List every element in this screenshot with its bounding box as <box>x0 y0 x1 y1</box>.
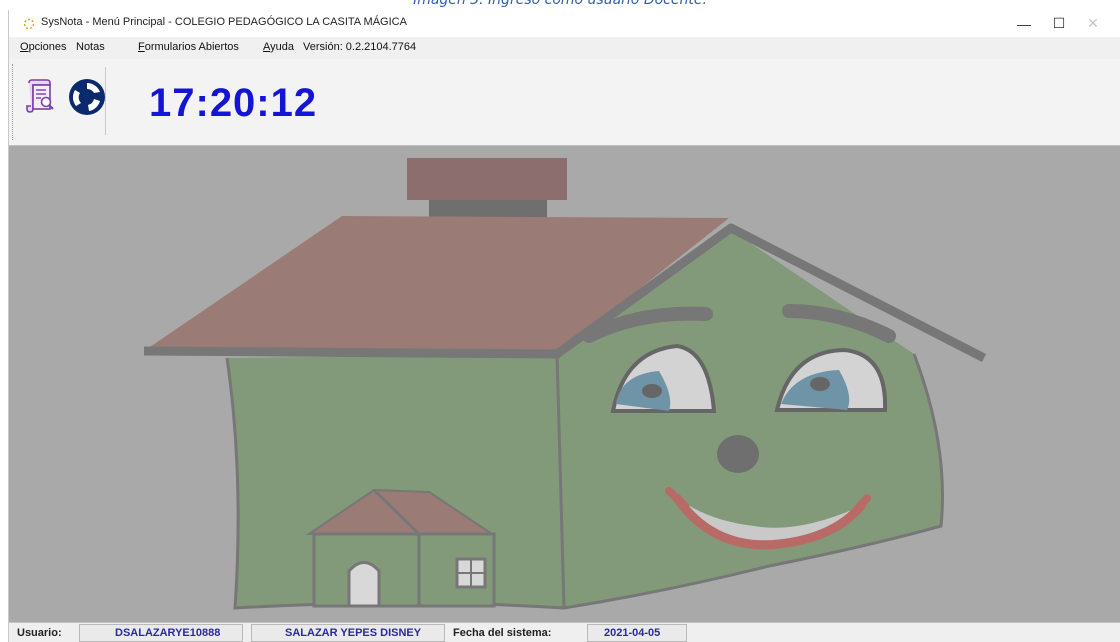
app-icon <box>23 18 35 30</box>
page-caption: Imagen 3. Ingreso como usuario Docente. <box>413 0 707 8</box>
user-code: DSALAZARYE10888 <box>115 627 221 639</box>
close-button[interactable]: ✕ <box>1073 10 1113 37</box>
clock-display: 17:20:12 <box>149 81 318 125</box>
date-label: Fecha del sistema: <box>453 627 552 639</box>
refresh-icon[interactable] <box>67 77 107 117</box>
minimize-button[interactable]: — <box>1004 10 1044 37</box>
version-label: Versión: 0.2.2104.7764 <box>303 41 417 53</box>
window-title: SysNota - Menú Principal - COLEGIO PEDAG… <box>41 16 407 28</box>
toolbar-grip[interactable] <box>12 64 16 140</box>
title-bar: SysNota - Menú Principal - COLEGIO PEDAG… <box>8 10 1120 37</box>
menu-bar: Opciones Notas Formularios Abiertos Ayud… <box>8 37 1120 59</box>
user-label: Usuario: <box>17 627 62 639</box>
status-bar: Usuario: DSALAZARYE10888 SALAZAR YEPES D… <box>8 622 1120 642</box>
menu-notas[interactable]: Notas <box>76 41 105 53</box>
system-date: 2021-04-05 <box>604 627 661 639</box>
menu-ayuda[interactable]: Ayuda <box>263 41 294 53</box>
menu-opciones[interactable]: Opciones <box>20 41 66 53</box>
house-logo-illustration <box>143 158 987 610</box>
main-area <box>8 146 1120 622</box>
report-search-icon[interactable] <box>25 79 55 115</box>
toolbar-separator <box>105 67 106 135</box>
menu-formularios-abiertos[interactable]: Formularios Abiertos <box>138 41 239 53</box>
toolbar: 17:20:12 <box>8 59 1120 146</box>
user-name: SALAZAR YEPES DISNEY <box>285 627 422 639</box>
